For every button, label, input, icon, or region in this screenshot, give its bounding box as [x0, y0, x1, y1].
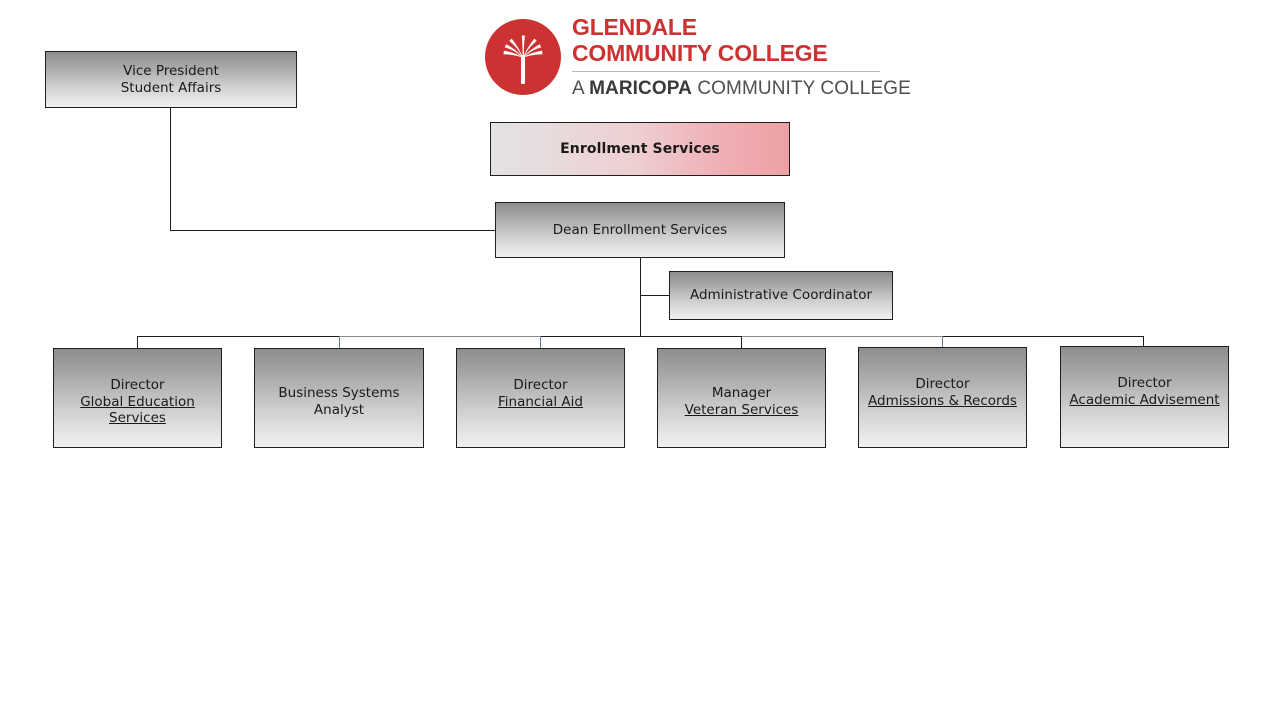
distribution-bar-segment-5	[943, 336, 1144, 337]
report-2-line-2: Financial Aid	[498, 393, 583, 410]
report-4-line-2: Admissions & Records	[868, 392, 1017, 409]
report-1-line-1: Business Systems	[278, 385, 400, 401]
dean-line-1: Dean Enrollment Services	[552, 221, 728, 238]
node-dean-enrollment-services[interactable]: Dean Enrollment Services	[495, 202, 785, 258]
drop-line-business-systems-analyst	[339, 336, 340, 348]
connector-vp-vertical	[170, 108, 171, 231]
distribution-bar-segment-1	[137, 336, 340, 337]
node-director-global-education-services[interactable]: Director Global Education Services	[53, 348, 222, 448]
report-3-line-1: Manager	[711, 385, 772, 401]
report-0-line-1: Director	[110, 377, 165, 393]
tagline-suffix: COMMUNITY COLLEGE	[691, 78, 911, 99]
distribution-bar-segment-2	[340, 336, 541, 337]
node-label: Director Admissions & Records	[868, 376, 1017, 409]
distribution-bar-segment-3	[541, 336, 742, 337]
report-5-line-2: Academic Advisement	[1069, 391, 1220, 408]
logo-tagline: A MARICOPA COMMUNITY COLLEGE	[572, 78, 911, 100]
connector-vp-to-dean	[170, 230, 496, 231]
chart-title-banner: Enrollment Services	[490, 122, 790, 176]
report-0-line-3: Services	[109, 410, 166, 426]
org-chart-page: GLENDALE COMMUNITY COLLEGE A MARICOPA CO…	[0, 0, 1280, 720]
logo-line-community-college: COMMUNITY COLLEGE	[572, 40, 828, 66]
report-1-line-2: Analyst	[313, 401, 365, 418]
node-label: Director Academic Advisement	[1069, 375, 1219, 408]
vp-line-1: Vice President	[123, 63, 219, 79]
report-3-line-2: Veteran Services	[684, 401, 799, 418]
node-label: Director Financial Aid	[498, 377, 583, 410]
report-5-line-1: Director	[1117, 375, 1172, 391]
drop-line-financial-aid	[540, 336, 541, 348]
connector-dean-to-admin-coordinator	[640, 295, 669, 296]
node-label: Business Systems Analyst	[278, 385, 399, 418]
drop-line-global-education-services	[137, 336, 138, 348]
node-director-admissions-and-records[interactable]: Director Admissions & Records	[858, 347, 1027, 448]
tagline-prefix: A	[572, 78, 590, 99]
node-administrative-coordinator[interactable]: Administrative Coordinator	[669, 271, 893, 320]
node-label: Vice President Student Affairs	[121, 63, 222, 96]
logo-divider	[572, 71, 880, 72]
college-logo: GLENDALE COMMUNITY COLLEGE A MARICOPA CO…	[483, 14, 911, 104]
college-wordmark: GLENDALE COMMUNITY COLLEGE A MARICOPA CO…	[572, 14, 911, 100]
report-0-line-2: Global Education	[80, 393, 195, 410]
node-director-academic-advisement[interactable]: Director Academic Advisement	[1060, 346, 1229, 448]
vp-line-2: Student Affairs	[120, 79, 222, 96]
node-label: Manager Veteran Services	[685, 385, 799, 418]
tagline-maricopa: MARICOPA	[589, 78, 692, 99]
node-director-financial-aid[interactable]: Director Financial Aid	[456, 348, 625, 448]
node-manager-veteran-services[interactable]: Manager Veteran Services	[657, 348, 826, 448]
report-2-line-1: Director	[513, 377, 568, 393]
distribution-bar-segment-4	[742, 336, 943, 337]
node-business-systems-analyst[interactable]: Business Systems Analyst	[254, 348, 424, 448]
connector-dean-vertical	[640, 258, 641, 337]
logo-line-glendale: GLENDALE	[572, 14, 697, 40]
drop-line-veteran-services	[741, 336, 742, 348]
node-label: Director Global Education Services	[80, 377, 195, 427]
page-title: Enrollment Services	[560, 140, 720, 157]
palm-tree-circle-logo-icon	[483, 17, 563, 97]
report-4-line-1: Director	[915, 376, 970, 392]
admin-coordinator-line-1: Administrative Coordinator	[689, 287, 873, 304]
node-vice-president-student-affairs[interactable]: Vice President Student Affairs	[45, 51, 297, 108]
